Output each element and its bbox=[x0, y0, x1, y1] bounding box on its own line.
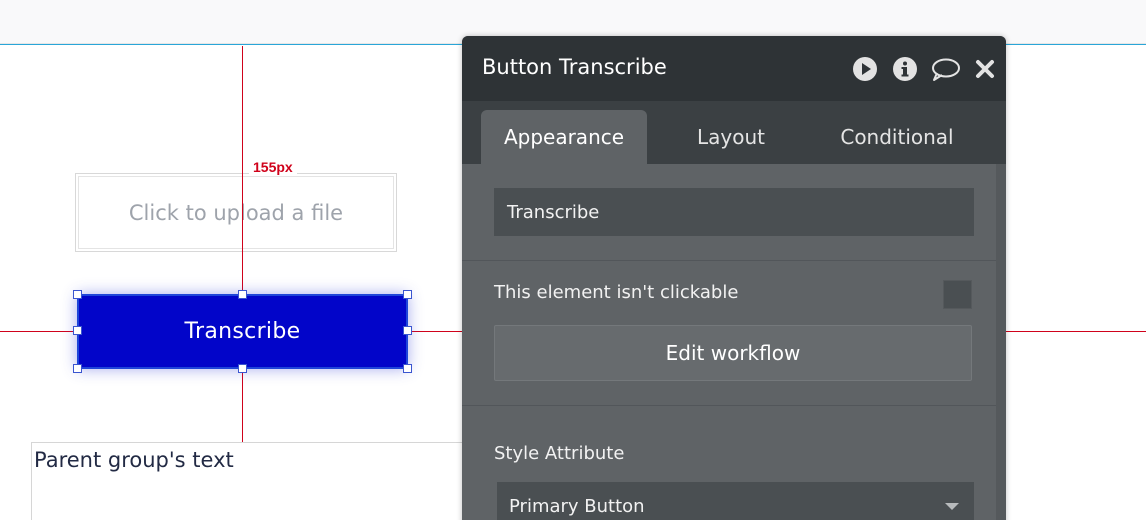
resize-handle-middle-left[interactable] bbox=[73, 326, 82, 335]
resize-handle-bottom-center[interactable] bbox=[238, 364, 247, 373]
button-text-field[interactable]: Transcribe bbox=[494, 188, 974, 236]
resize-handle-top-left[interactable] bbox=[73, 290, 82, 299]
resize-handle-middle-right[interactable] bbox=[403, 326, 412, 335]
resize-handle-bottom-left[interactable] bbox=[73, 364, 82, 373]
resize-handle-bottom-right[interactable] bbox=[403, 364, 412, 373]
panel-scrollbar[interactable] bbox=[996, 164, 1006, 520]
parent-group-text[interactable]: Parent group's text bbox=[34, 448, 234, 472]
panel-title: Button Transcribe bbox=[482, 55, 667, 79]
tab-layout[interactable]: Layout bbox=[662, 110, 800, 164]
resize-handle-top-center[interactable] bbox=[238, 290, 247, 299]
not-clickable-label: This element isn't clickable bbox=[494, 282, 739, 303]
panel-header[interactable]: Button Transcribe bbox=[462, 36, 1006, 101]
info-icon[interactable] bbox=[892, 56, 918, 82]
not-clickable-checkbox[interactable] bbox=[943, 280, 972, 309]
panel-tabs: Appearance Layout Conditional bbox=[462, 101, 1006, 164]
appearance-tab-content: Transcribe This element isn't clickable … bbox=[462, 164, 1006, 520]
file-uploader[interactable]: Click to upload a file bbox=[75, 173, 397, 252]
file-uploader-placeholder: Click to upload a file bbox=[78, 176, 394, 249]
resize-handle-top-right[interactable] bbox=[403, 290, 412, 299]
style-attribute-value: Primary Button bbox=[509, 495, 645, 517]
edit-workflow-button[interactable]: Edit workflow bbox=[494, 325, 972, 381]
style-attribute-select[interactable]: Primary Button bbox=[497, 482, 974, 520]
section-divider bbox=[462, 260, 996, 261]
distance-measurement-label: 155px bbox=[249, 159, 297, 175]
close-icon[interactable] bbox=[974, 56, 996, 82]
transcribe-button[interactable]: Transcribe bbox=[77, 294, 408, 369]
style-attribute-label: Style Attribute bbox=[494, 443, 625, 464]
tab-conditional[interactable]: Conditional bbox=[812, 110, 982, 164]
tab-appearance[interactable]: Appearance bbox=[481, 110, 647, 164]
section-divider bbox=[462, 405, 996, 406]
comment-icon[interactable] bbox=[930, 56, 962, 82]
play-icon[interactable] bbox=[852, 56, 878, 82]
property-editor-panel: Button Transcribe Appearance Layout Cond… bbox=[462, 36, 1006, 520]
chevron-down-icon bbox=[945, 503, 959, 510]
